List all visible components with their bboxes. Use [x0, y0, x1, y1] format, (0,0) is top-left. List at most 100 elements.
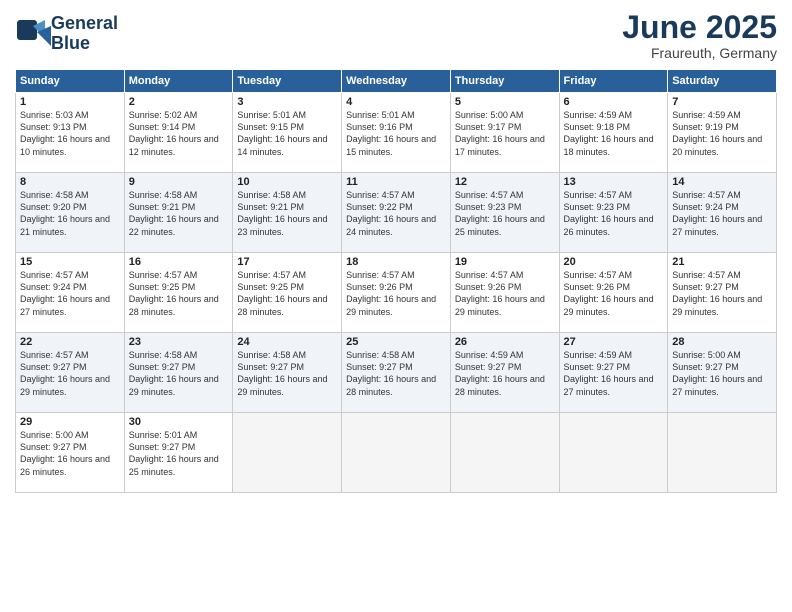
- cell-info: Sunrise: 4:57 AM Sunset: 9:23 PM Dayligh…: [564, 189, 664, 238]
- day-number: 28: [672, 336, 772, 348]
- calendar-cell: 25 Sunrise: 4:58 AM Sunset: 9:27 PM Dayl…: [342, 333, 451, 413]
- day-number: 11: [346, 176, 446, 188]
- calendar-cell: [668, 413, 777, 493]
- calendar-cell: 8 Sunrise: 4:58 AM Sunset: 9:20 PM Dayli…: [16, 173, 125, 253]
- calendar-week-2: 8 Sunrise: 4:58 AM Sunset: 9:20 PM Dayli…: [16, 173, 777, 253]
- day-header-sunday: Sunday: [16, 70, 125, 93]
- cell-info: Sunrise: 5:00 AM Sunset: 9:27 PM Dayligh…: [672, 349, 772, 398]
- day-number: 23: [129, 336, 229, 348]
- cell-info: Sunrise: 4:57 AM Sunset: 9:25 PM Dayligh…: [129, 269, 229, 318]
- calendar-cell: 22 Sunrise: 4:57 AM Sunset: 9:27 PM Dayl…: [16, 333, 125, 413]
- day-number: 20: [564, 256, 664, 268]
- calendar-cell: 3 Sunrise: 5:01 AM Sunset: 9:15 PM Dayli…: [233, 93, 342, 173]
- calendar-week-4: 22 Sunrise: 4:57 AM Sunset: 9:27 PM Dayl…: [16, 333, 777, 413]
- day-number: 30: [129, 416, 229, 428]
- day-header-wednesday: Wednesday: [342, 70, 451, 93]
- cell-info: Sunrise: 4:58 AM Sunset: 9:21 PM Dayligh…: [129, 189, 229, 238]
- day-number: 27: [564, 336, 664, 348]
- logo-line2: Blue: [51, 33, 90, 53]
- cell-info: Sunrise: 4:57 AM Sunset: 9:24 PM Dayligh…: [20, 269, 120, 318]
- calendar-cell: 11 Sunrise: 4:57 AM Sunset: 9:22 PM Dayl…: [342, 173, 451, 253]
- cell-info: Sunrise: 4:59 AM Sunset: 9:27 PM Dayligh…: [455, 349, 555, 398]
- day-number: 19: [455, 256, 555, 268]
- calendar-cell: 10 Sunrise: 4:58 AM Sunset: 9:21 PM Dayl…: [233, 173, 342, 253]
- title-area: June 2025 Fraureuth, Germany: [622, 10, 777, 61]
- calendar-cell: 1 Sunrise: 5:03 AM Sunset: 9:13 PM Dayli…: [16, 93, 125, 173]
- logo-text: General Blue: [51, 14, 118, 54]
- day-number: 13: [564, 176, 664, 188]
- day-header-tuesday: Tuesday: [233, 70, 342, 93]
- cell-info: Sunrise: 5:03 AM Sunset: 9:13 PM Dayligh…: [20, 109, 120, 158]
- calendar-subtitle: Fraureuth, Germany: [622, 45, 777, 61]
- calendar-cell: 18 Sunrise: 4:57 AM Sunset: 9:26 PM Dayl…: [342, 253, 451, 333]
- calendar-cell: 30 Sunrise: 5:01 AM Sunset: 9:27 PM Dayl…: [124, 413, 233, 493]
- calendar-title: June 2025: [622, 10, 777, 45]
- calendar-cell: 24 Sunrise: 4:58 AM Sunset: 9:27 PM Dayl…: [233, 333, 342, 413]
- cell-info: Sunrise: 5:02 AM Sunset: 9:14 PM Dayligh…: [129, 109, 229, 158]
- calendar-cell: 19 Sunrise: 4:57 AM Sunset: 9:26 PM Dayl…: [450, 253, 559, 333]
- day-number: 7: [672, 96, 772, 108]
- cell-info: Sunrise: 4:58 AM Sunset: 9:27 PM Dayligh…: [237, 349, 337, 398]
- calendar-cell: [450, 413, 559, 493]
- calendar-cell: 23 Sunrise: 4:58 AM Sunset: 9:27 PM Dayl…: [124, 333, 233, 413]
- cell-info: Sunrise: 5:01 AM Sunset: 9:15 PM Dayligh…: [237, 109, 337, 158]
- calendar-cell: [342, 413, 451, 493]
- day-number: 1: [20, 96, 120, 108]
- day-number: 9: [129, 176, 229, 188]
- cell-info: Sunrise: 4:59 AM Sunset: 9:19 PM Dayligh…: [672, 109, 772, 158]
- cell-info: Sunrise: 5:00 AM Sunset: 9:17 PM Dayligh…: [455, 109, 555, 158]
- day-header-saturday: Saturday: [668, 70, 777, 93]
- calendar-week-5: 29 Sunrise: 5:00 AM Sunset: 9:27 PM Dayl…: [16, 413, 777, 493]
- day-number: 3: [237, 96, 337, 108]
- cell-info: Sunrise: 4:58 AM Sunset: 9:27 PM Dayligh…: [129, 349, 229, 398]
- calendar-header-row: SundayMondayTuesdayWednesdayThursdayFrid…: [16, 70, 777, 93]
- day-header-friday: Friday: [559, 70, 668, 93]
- logo-icon: [15, 18, 47, 50]
- cell-info: Sunrise: 4:57 AM Sunset: 9:23 PM Dayligh…: [455, 189, 555, 238]
- calendar-cell: 4 Sunrise: 5:01 AM Sunset: 9:16 PM Dayli…: [342, 93, 451, 173]
- calendar-table: SundayMondayTuesdayWednesdayThursdayFrid…: [15, 69, 777, 493]
- calendar-cell: 29 Sunrise: 5:00 AM Sunset: 9:27 PM Dayl…: [16, 413, 125, 493]
- day-number: 16: [129, 256, 229, 268]
- cell-info: Sunrise: 4:58 AM Sunset: 9:21 PM Dayligh…: [237, 189, 337, 238]
- day-number: 24: [237, 336, 337, 348]
- calendar-cell: 27 Sunrise: 4:59 AM Sunset: 9:27 PM Dayl…: [559, 333, 668, 413]
- calendar-cell: [233, 413, 342, 493]
- day-number: 14: [672, 176, 772, 188]
- cell-info: Sunrise: 5:01 AM Sunset: 9:27 PM Dayligh…: [129, 429, 229, 478]
- cell-info: Sunrise: 4:59 AM Sunset: 9:18 PM Dayligh…: [564, 109, 664, 158]
- calendar-cell: 12 Sunrise: 4:57 AM Sunset: 9:23 PM Dayl…: [450, 173, 559, 253]
- page-header: General Blue June 2025 Fraureuth, German…: [15, 10, 777, 61]
- calendar-cell: 26 Sunrise: 4:59 AM Sunset: 9:27 PM Dayl…: [450, 333, 559, 413]
- logo: General Blue: [15, 14, 118, 54]
- calendar-cell: 15 Sunrise: 4:57 AM Sunset: 9:24 PM Dayl…: [16, 253, 125, 333]
- calendar-cell: 21 Sunrise: 4:57 AM Sunset: 9:27 PM Dayl…: [668, 253, 777, 333]
- day-number: 12: [455, 176, 555, 188]
- cell-info: Sunrise: 4:57 AM Sunset: 9:27 PM Dayligh…: [672, 269, 772, 318]
- day-number: 6: [564, 96, 664, 108]
- day-number: 2: [129, 96, 229, 108]
- calendar-cell: 5 Sunrise: 5:00 AM Sunset: 9:17 PM Dayli…: [450, 93, 559, 173]
- day-number: 15: [20, 256, 120, 268]
- day-number: 26: [455, 336, 555, 348]
- day-number: 5: [455, 96, 555, 108]
- cell-info: Sunrise: 4:57 AM Sunset: 9:26 PM Dayligh…: [564, 269, 664, 318]
- cell-info: Sunrise: 4:57 AM Sunset: 9:25 PM Dayligh…: [237, 269, 337, 318]
- calendar-cell: 17 Sunrise: 4:57 AM Sunset: 9:25 PM Dayl…: [233, 253, 342, 333]
- calendar-cell: 28 Sunrise: 5:00 AM Sunset: 9:27 PM Dayl…: [668, 333, 777, 413]
- calendar-cell: [559, 413, 668, 493]
- logo-line1: General: [51, 13, 118, 33]
- calendar-week-3: 15 Sunrise: 4:57 AM Sunset: 9:24 PM Dayl…: [16, 253, 777, 333]
- cell-info: Sunrise: 4:59 AM Sunset: 9:27 PM Dayligh…: [564, 349, 664, 398]
- day-number: 22: [20, 336, 120, 348]
- day-header-thursday: Thursday: [450, 70, 559, 93]
- day-number: 21: [672, 256, 772, 268]
- cell-info: Sunrise: 4:57 AM Sunset: 9:24 PM Dayligh…: [672, 189, 772, 238]
- day-number: 25: [346, 336, 446, 348]
- calendar-cell: 13 Sunrise: 4:57 AM Sunset: 9:23 PM Dayl…: [559, 173, 668, 253]
- calendar-cell: 2 Sunrise: 5:02 AM Sunset: 9:14 PM Dayli…: [124, 93, 233, 173]
- calendar-cell: 7 Sunrise: 4:59 AM Sunset: 9:19 PM Dayli…: [668, 93, 777, 173]
- cell-info: Sunrise: 4:57 AM Sunset: 9:27 PM Dayligh…: [20, 349, 120, 398]
- day-number: 4: [346, 96, 446, 108]
- cell-info: Sunrise: 5:00 AM Sunset: 9:27 PM Dayligh…: [20, 429, 120, 478]
